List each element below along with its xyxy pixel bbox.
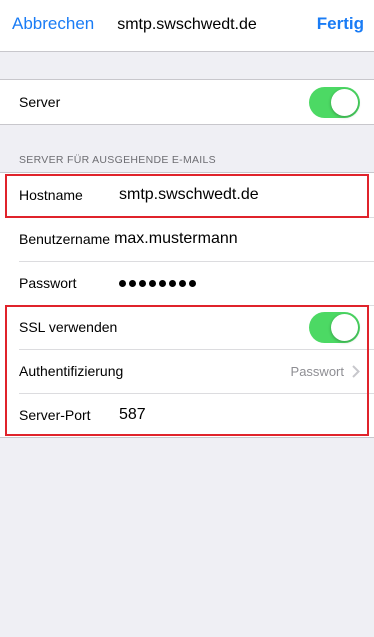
username-field[interactable]: max.mustermann <box>114 230 238 248</box>
outgoing-server-group: Hostname smtp.swschwedt.de Benutzername … <box>0 172 374 438</box>
port-label: Server-Port <box>19 407 91 423</box>
auth-detail: Passwort <box>291 349 360 393</box>
ssl-row: SSL verwenden <box>0 305 374 349</box>
switch-knob <box>331 89 358 116</box>
hostname-field[interactable]: smtp.swschwedt.de <box>119 186 259 204</box>
password-dot <box>149 279 156 287</box>
username-label: Benutzername <box>19 231 111 247</box>
server-label: Server <box>19 94 61 110</box>
password-dot <box>139 279 146 287</box>
password-dot <box>119 279 126 287</box>
password-dot <box>159 279 166 287</box>
server-switch[interactable] <box>309 87 360 118</box>
switch-knob <box>331 314 358 341</box>
password-label: Passwort <box>19 275 77 291</box>
password-field[interactable] <box>119 279 196 287</box>
hostname-label: Hostname <box>19 187 83 203</box>
hostname-row[interactable]: Hostname smtp.swschwedt.de <box>0 173 374 217</box>
server-row: Server <box>0 80 374 124</box>
server-toggle-group: Server <box>0 79 374 125</box>
password-dot <box>169 279 176 287</box>
ssl-label: SSL verwenden <box>19 319 118 335</box>
auth-label: Authentifizierung <box>19 363 124 379</box>
password-row[interactable]: Passwort <box>0 261 374 305</box>
chevron-right-icon <box>352 364 360 378</box>
port-field[interactable]: 587 <box>119 406 146 424</box>
done-button[interactable]: Fertig <box>317 14 364 34</box>
auth-value: Passwort <box>290 363 344 379</box>
password-dot <box>179 279 186 287</box>
password-dot <box>129 279 136 287</box>
section-header: SERVER FÜR AUSGEHENDE E-MAILS <box>19 154 216 166</box>
auth-row[interactable]: Authentifizierung Passwort <box>0 349 374 393</box>
navigation-bar: Abbrechen smtp.swschwedt.de Fertig <box>0 0 374 52</box>
password-dot <box>189 279 196 287</box>
username-row[interactable]: Benutzername max.mustermann <box>0 217 374 261</box>
ssl-switch[interactable] <box>309 312 360 343</box>
port-row[interactable]: Server-Port 587 <box>0 393 374 437</box>
